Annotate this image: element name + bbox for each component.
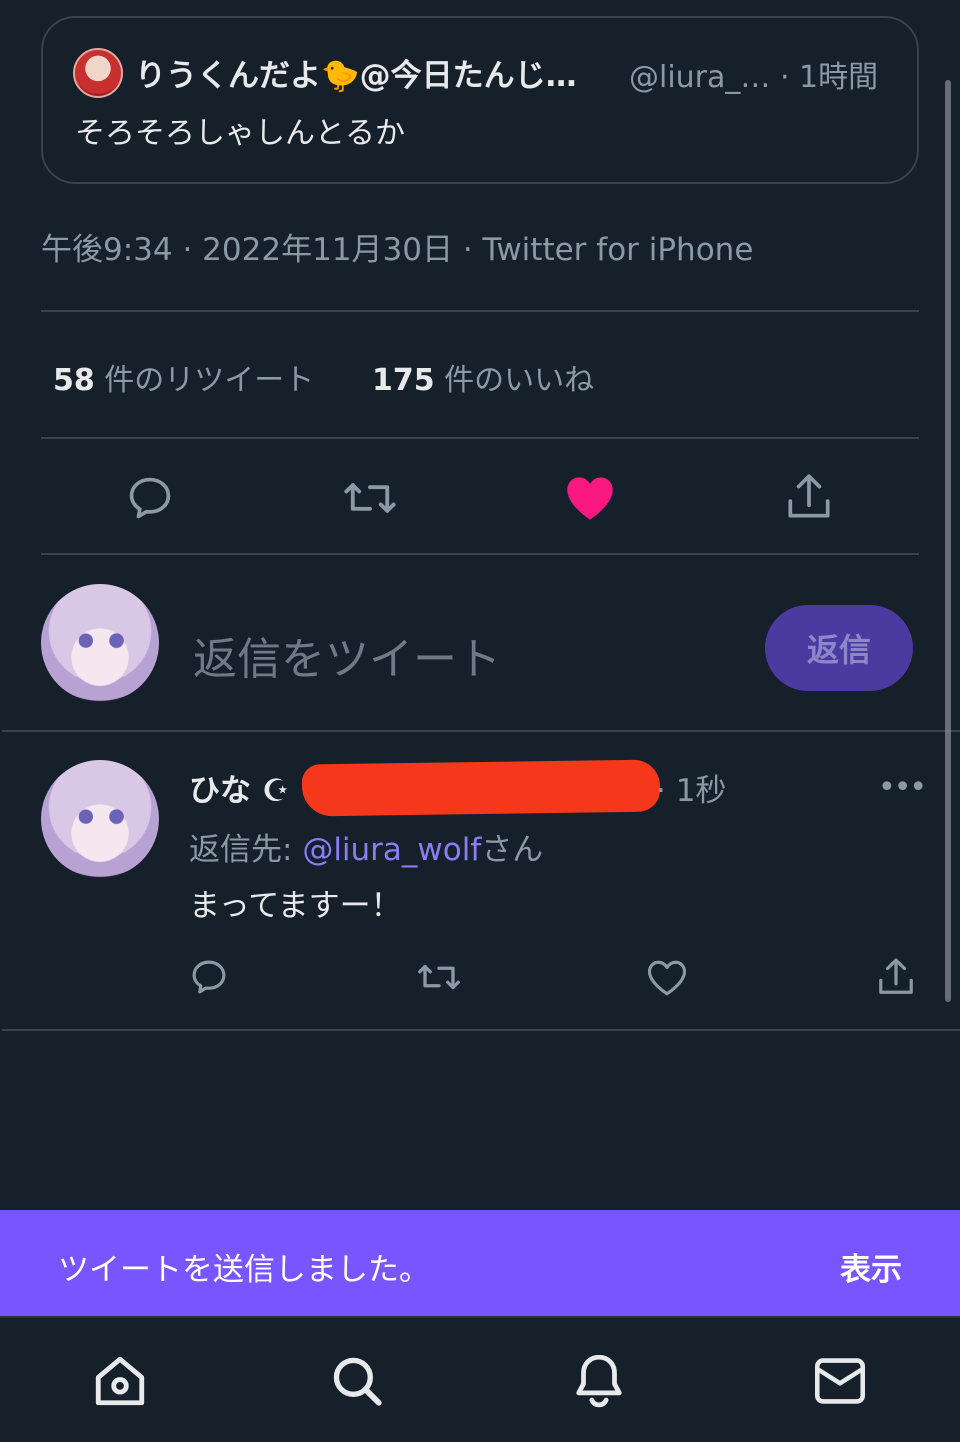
redacted-handle	[301, 759, 661, 817]
reply-to-mention[interactable]: @liura_wolf	[302, 832, 481, 868]
like-outline-icon[interactable]	[646, 958, 688, 998]
bottom-nav	[0, 1316, 960, 1442]
reply-button[interactable]: 返信	[765, 605, 913, 691]
quoted-tweet-handle-time: @liura_… · 1時間	[629, 60, 879, 95]
scrollbar[interactable]	[945, 80, 951, 1002]
toast-view-button[interactable]: 表示	[840, 1244, 902, 1289]
search-icon[interactable]	[328, 1352, 386, 1410]
divider	[41, 553, 919, 555]
tweet-timestamp: 午後9:34 · 2022年11月30日 · Twitter for iPhon…	[41, 232, 754, 268]
likes-count: 175	[372, 363, 435, 398]
divider	[41, 437, 919, 439]
divider	[2, 1029, 960, 1031]
divider	[2, 730, 960, 732]
quoted-tweet-card[interactable]: りうくんだよ🐤@今日たんじ… @liura_… · 1時間 そろそろしゃしんとる…	[41, 16, 919, 184]
likes-label: 件のいいね	[444, 363, 595, 398]
share-icon[interactable]	[875, 955, 917, 999]
reply-author-name[interactable]: ひな ☪︎	[189, 765, 290, 810]
quoted-tweet-avatar[interactable]	[73, 48, 123, 98]
user-avatar[interactable]	[41, 584, 159, 702]
reply-to-suffix: さん	[481, 832, 544, 868]
nav-divider	[0, 1316, 960, 1318]
reply-text: まってますー！	[189, 888, 402, 924]
messages-icon[interactable]	[812, 1356, 868, 1406]
sent-toast: ツイートを送信しました。 表示	[0, 1210, 960, 1316]
divider	[41, 310, 919, 312]
reply-author-avatar[interactable]	[41, 760, 159, 878]
reply-to-line: 返信先: @liura_wolfさん	[189, 824, 543, 869]
retweets-stat[interactable]: 58 件のリツイート	[53, 355, 314, 399]
home-icon[interactable]	[90, 1352, 150, 1410]
retweet-icon[interactable]	[416, 956, 462, 998]
toast-message: ツイートを送信しました。	[58, 1252, 430, 1288]
notifications-icon[interactable]	[570, 1350, 628, 1412]
reply-time: · 1秒	[656, 773, 727, 809]
reply-compose-input[interactable]: 返信をツイート	[193, 623, 501, 687]
share-icon[interactable]	[784, 470, 834, 524]
like-icon[interactable]	[564, 474, 616, 522]
likes-stat[interactable]: 175 件のいいね	[372, 355, 594, 399]
retweets-count: 58	[53, 363, 95, 398]
quoted-tweet-name: りうくんだよ🐤@今日たんじ…	[135, 58, 577, 94]
reply-to-prefix: 返信先:	[189, 832, 303, 868]
quoted-tweet-text: そろそろしゃしんとるか	[75, 116, 405, 151]
reply-icon[interactable]	[188, 956, 230, 998]
more-options-icon[interactable]: •••	[878, 770, 927, 805]
retweet-icon[interactable]	[342, 472, 398, 524]
reply-icon[interactable]	[124, 472, 176, 524]
retweets-label: 件のリツイート	[104, 363, 315, 398]
tweet-detail-screen: りうくんだよ🐤@今日たんじ… @liura_… · 1時間 そろそろしゃしんとる…	[0, 0, 960, 1442]
